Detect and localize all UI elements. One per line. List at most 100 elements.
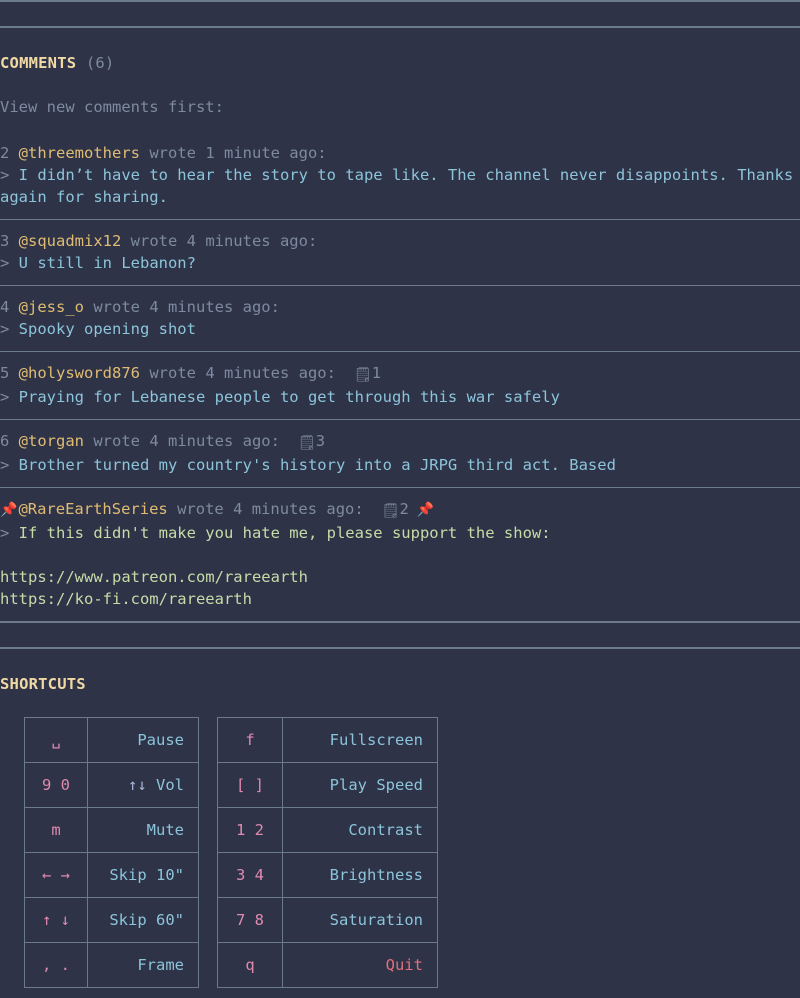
comment-meta: 📌@RareEarthSeries wrote 4 minutes ago: 🗒2… xyxy=(0,498,800,522)
shortcut-label: Skip 60" xyxy=(87,897,199,943)
shortcut-label: Frame xyxy=(87,942,199,988)
comment-item[interactable]: 2 @threemothers wrote 1 minute ago: > I d… xyxy=(0,132,800,219)
comment-meta: 6 @torgan wrote 4 minutes ago: 🗒3 xyxy=(0,430,800,454)
quote-caret: > xyxy=(0,456,19,474)
shortcut-key[interactable]: f xyxy=(217,717,283,763)
comments-list: 2 @threemothers wrote 1 minute ago: > I d… xyxy=(0,132,800,621)
comment-meta: 5 @holysword876 wrote 4 minutes ago: 🗒1 xyxy=(0,362,800,386)
shortcut-row: 9 0 ↑↓ Vol xyxy=(24,762,199,808)
shortcut-label: Play Speed xyxy=(282,762,438,808)
thumbs-up-icon: 🗒 xyxy=(381,503,400,519)
comment-author[interactable]: @threemothers xyxy=(19,144,140,162)
quote-caret: > xyxy=(0,254,19,272)
spacer-above-shortcuts xyxy=(0,649,800,673)
top-bar-region xyxy=(0,2,800,26)
thumbs-up-icon: 🗒 xyxy=(297,435,316,451)
comment-like-count[interactable]: 🗒2 xyxy=(381,500,409,519)
shortcut-row: 1 2 Contrast xyxy=(217,807,438,853)
shortcut-label: Brightness xyxy=(282,852,438,898)
comment-timestamp: wrote 4 minutes ago: xyxy=(84,298,280,316)
shortcut-label: Fullscreen xyxy=(282,717,438,763)
comment-inner: 6 @torgan wrote 4 minutes ago: 🗒3 > Brothe… xyxy=(0,420,800,487)
comment-meta: 4 @jess_o wrote 4 minutes ago: xyxy=(0,296,800,318)
comment-timestamp: wrote 1 minute ago: xyxy=(140,144,327,162)
comment-link[interactable]: https://ko-fi.com/rareearth xyxy=(0,588,800,610)
comment-body: > Praying for Lebanese people to get thr… xyxy=(0,388,560,406)
comment-like-count[interactable]: 🗒1 xyxy=(353,364,381,383)
shortcuts-heading: SHORTCUTS xyxy=(0,675,86,693)
shortcuts-top-region xyxy=(0,623,800,647)
shortcut-key[interactable]: 7 8 xyxy=(217,897,283,943)
shortcut-label: Quit xyxy=(282,942,438,988)
comment-item[interactable]: 3 @squadmix12 wrote 4 minutes ago: > U st… xyxy=(0,219,800,285)
comment-body: > I didn’t have to hear the story to tap… xyxy=(0,166,794,206)
comment-inner: 5 @holysword876 wrote 4 minutes ago: 🗒1 > … xyxy=(0,352,800,419)
comment-index: 5 xyxy=(0,364,19,382)
comment-index: 3 xyxy=(0,232,19,250)
comment-inner: 📌@RareEarthSeries wrote 4 minutes ago: 🗒2… xyxy=(0,488,800,621)
sort-comments-link[interactable]: View new comments first: xyxy=(0,96,800,118)
spacer-after-comments-heading xyxy=(0,74,800,96)
comment-author[interactable]: @jess_o xyxy=(19,298,84,316)
comment-timestamp: wrote 4 minutes ago: xyxy=(167,500,364,518)
quote-caret: > xyxy=(0,166,19,184)
shortcut-row: ↑ ↓ Skip 60" xyxy=(24,897,199,943)
pin-icon-trailing: 📌 xyxy=(416,502,435,518)
shortcut-key[interactable]: q xyxy=(217,942,283,988)
shortcut-key[interactable]: , . xyxy=(24,942,88,988)
comments-heading-label: COMMENTS xyxy=(0,54,77,72)
app-root: COMMENTS (6) View new comments first: 2 … xyxy=(0,0,800,998)
comment-body: > Brother turned my country's history in… xyxy=(0,456,616,474)
comment-meta: 2 @threemothers wrote 1 minute ago: xyxy=(0,142,800,164)
comment-author[interactable]: @holysword876 xyxy=(19,364,140,382)
comment-body: > U still in Lebanon? xyxy=(0,254,196,272)
shortcut-label: Saturation xyxy=(282,897,438,943)
shortcut-key[interactable]: ↑ ↓ xyxy=(24,897,88,943)
comment-author[interactable]: @RareEarthSeries xyxy=(18,500,167,518)
shortcut-label: Mute xyxy=(87,807,199,853)
shortcut-key[interactable]: [ ] xyxy=(217,762,283,808)
comment-inner: 3 @squadmix12 wrote 4 minutes ago: > U st… xyxy=(0,220,800,285)
comment-item[interactable]: 5 @holysword876 wrote 4 minutes ago: 🗒1 > … xyxy=(0,351,800,419)
comment-index: 4 xyxy=(0,298,19,316)
spacer-below-divider xyxy=(0,28,800,52)
comment-meta: 3 @squadmix12 wrote 4 minutes ago: xyxy=(0,230,800,252)
comment-timestamp: wrote 4 minutes ago: xyxy=(84,432,280,450)
comment-link[interactable]: https://www.patreon.com/rareearth xyxy=(0,566,800,588)
shortcut-key[interactable]: m xyxy=(24,807,88,853)
comment-index: 6 xyxy=(0,432,19,450)
shortcut-key[interactable]: ← → xyxy=(24,852,88,898)
comments-heading: COMMENTS (6) xyxy=(0,52,800,74)
comment-item[interactable]: 📌@RareEarthSeries wrote 4 minutes ago: 🗒2… xyxy=(0,487,800,621)
shortcut-row: 7 8 Saturation xyxy=(217,897,438,943)
comment-index: 2 xyxy=(0,144,19,162)
shortcut-key[interactable]: 1 2 xyxy=(217,807,283,853)
comment-author[interactable]: @torgan xyxy=(19,432,84,450)
shortcut-label: Skip 10" xyxy=(87,852,199,898)
shortcut-row: 3 4 Brightness xyxy=(217,852,438,898)
shortcut-key[interactable]: 9 0 xyxy=(24,762,88,808)
pin-icon: 📌 xyxy=(0,502,18,518)
shortcut-key[interactable]: ␣ xyxy=(24,717,88,763)
shortcut-key[interactable]: 3 4 xyxy=(217,852,283,898)
shortcut-row: [ ] Play Speed xyxy=(217,762,438,808)
comment-author[interactable]: @squadmix12 xyxy=(19,232,122,250)
shortcut-row: ␣ Pause xyxy=(24,717,199,763)
shortcut-row: q Quit xyxy=(217,942,438,988)
comment-links: https://www.patreon.com/rareearth https:/… xyxy=(0,566,800,610)
quote-caret: > xyxy=(0,388,19,406)
shortcut-label: Contrast xyxy=(282,807,438,853)
comment-body: > If this didn't make you hate me, pleas… xyxy=(0,524,551,542)
spacer-after-shortcuts-heading xyxy=(0,695,800,717)
comment-item[interactable]: 6 @torgan wrote 4 minutes ago: 🗒3 > Brothe… xyxy=(0,419,800,487)
thumbs-up-icon: 🗒 xyxy=(353,367,372,383)
shortcut-label: Pause xyxy=(87,717,199,763)
comment-item[interactable]: 4 @jess_o wrote 4 minutes ago: > Spooky o… xyxy=(0,285,800,351)
comment-body: > Spooky opening shot xyxy=(0,320,196,338)
shortcut-label: ↑↓ Vol xyxy=(87,762,199,808)
comment-timestamp: wrote 4 minutes ago: xyxy=(121,232,318,250)
comments-count: (6) xyxy=(85,54,115,72)
comment-like-count[interactable]: 🗒3 xyxy=(297,432,325,451)
shortcut-row: , . Frame xyxy=(24,942,199,988)
shortcut-row: ← → Skip 10" xyxy=(24,852,199,898)
